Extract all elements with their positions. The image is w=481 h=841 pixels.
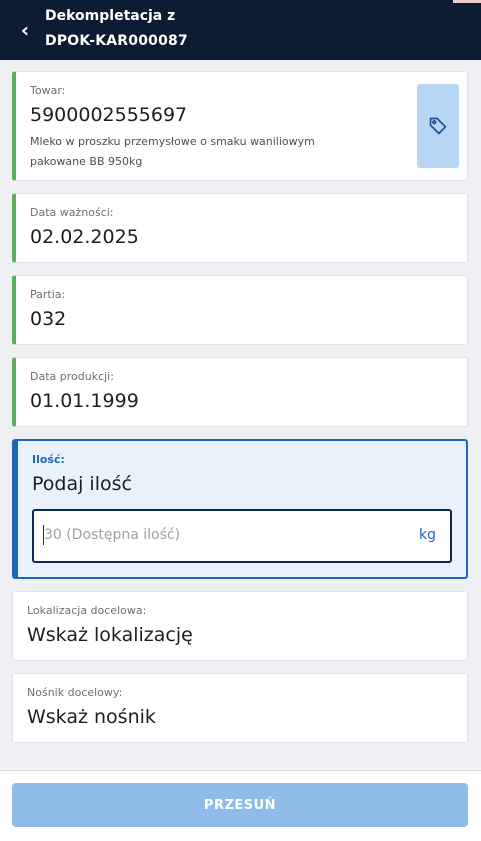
towar-label: Towar:	[30, 84, 66, 97]
app-header: ‹ Dekompletacja z DPOK-KAR000087	[0, 0, 481, 60]
towar-description: Mleko w proszku przemysłowe o smaku wani…	[30, 135, 315, 168]
przesun-button[interactable]: PRZESUŃ	[12, 783, 468, 827]
towar-value: 5900002555697	[30, 104, 188, 126]
window-corner	[453, 0, 481, 3]
tag-button[interactable]	[417, 84, 459, 168]
nosnik-label: Nośnik docelowy:	[27, 686, 123, 699]
partia-label: Partia:	[30, 288, 66, 301]
nosnik-card[interactable]: Nośnik docelowy: Wskaż nośnik	[12, 673, 468, 743]
quantity-unit: kg	[419, 527, 436, 543]
lokalizacja-label: Lokalizacja docelowa:	[27, 604, 147, 617]
data-waznosci-label: Data ważności:	[30, 206, 114, 219]
nosnik-value: Wskaż nośnik	[27, 706, 156, 728]
header-title-line1: Dekompletacja z	[45, 8, 176, 24]
data-produkcji-value: 01.01.1999	[30, 390, 139, 412]
ilosc-card[interactable]: Ilość: Podaj ilość 30 (Dostępna ilość) k…	[12, 439, 468, 579]
data-waznosci-card[interactable]: Data ważności: 02.02.2025	[12, 193, 468, 263]
footer: PRZESUŃ	[0, 771, 481, 841]
chevron-left-icon[interactable]: ‹	[14, 18, 36, 42]
towar-card[interactable]: Towar: 5900002555697 Mleko w proszku prz…	[12, 71, 468, 181]
lokalizacja-value: Wskaż lokalizację	[27, 624, 193, 646]
ilosc-label: Ilość:	[32, 453, 65, 466]
header-title-line2: DPOK-KAR000087	[45, 33, 188, 49]
data-waznosci-value: 02.02.2025	[30, 226, 139, 248]
tag-icon	[429, 117, 447, 135]
ilosc-title: Podaj ilość	[32, 473, 132, 495]
data-produkcji-card[interactable]: Data produkcji: 01.01.1999	[12, 357, 468, 427]
quantity-input[interactable]: 30 (Dostępna ilość) kg	[32, 509, 452, 563]
partia-value: 032	[30, 308, 67, 330]
quantity-placeholder: 30 (Dostępna ilość)	[44, 527, 181, 543]
data-produkcji-label: Data produkcji:	[30, 370, 114, 383]
lokalizacja-card[interactable]: Lokalizacja docelowa: Wskaż lokalizację	[12, 591, 468, 661]
partia-card[interactable]: Partia: 032	[12, 275, 468, 345]
